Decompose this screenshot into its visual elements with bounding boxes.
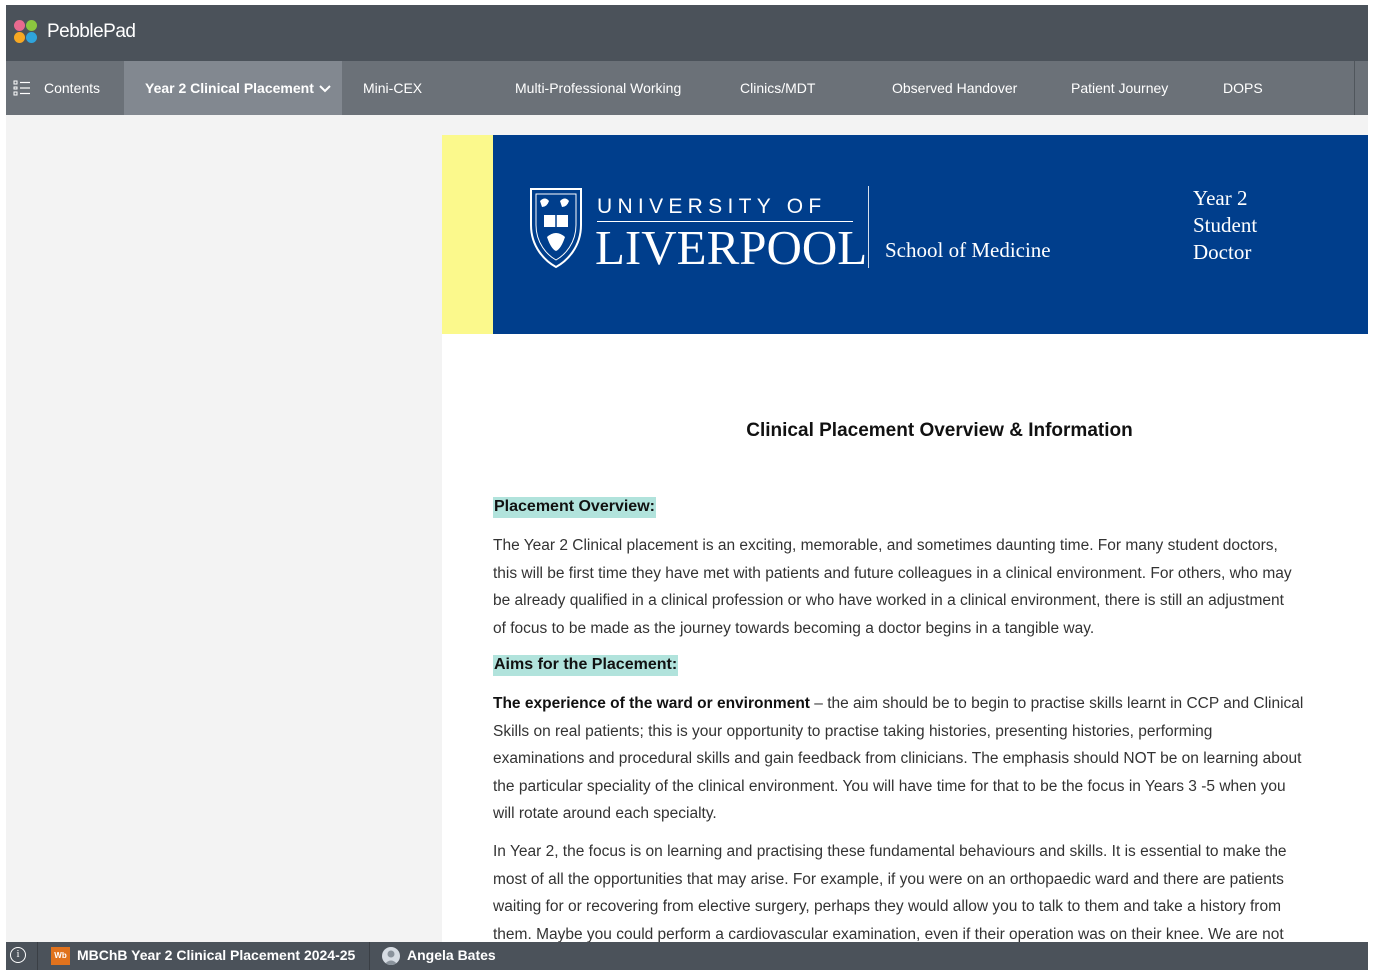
role-line: Student xyxy=(1193,213,1258,237)
app-name: PebblePad xyxy=(47,21,136,42)
tab-observed-handover[interactable]: Observed Handover xyxy=(892,61,1017,115)
tab-label: Year 2 Clinical Placement xyxy=(145,80,314,96)
page-title: Clinical Placement Overview & Informatio… xyxy=(746,420,1133,441)
workbook-icon: Wb xyxy=(51,947,70,965)
banner-divider xyxy=(868,186,869,268)
user-avatar-icon[interactable] xyxy=(382,947,400,965)
tab-patient-journey[interactable]: Patient Journey xyxy=(1071,61,1168,115)
tab-year-2-clinical-placement[interactable]: Year 2 Clinical Placement xyxy=(124,61,342,115)
university-crest-icon xyxy=(530,188,582,269)
top-bar: PebblePad xyxy=(6,5,1368,61)
tab-multi-professional-working[interactable]: Multi-Professional Working xyxy=(515,61,681,115)
tab-clinics-mdt[interactable]: Clinics/MDT xyxy=(740,61,815,115)
yellow-strip xyxy=(442,135,493,334)
tab-mini-cex[interactable]: Mini-CEX xyxy=(363,61,422,115)
university-banner: UNIVERSITY OF LIVERPOOL School of Medici… xyxy=(493,135,1368,334)
tab-bar: Contents Year 2 Clinical Placement Mini-… xyxy=(6,61,1368,115)
info-icon[interactable]: i xyxy=(10,947,26,963)
year2-paragraph: In Year 2, the focus is on learning and … xyxy=(493,843,1287,943)
page-document: UNIVERSITY OF LIVERPOOL School of Medici… xyxy=(442,135,1368,965)
aims-paragraph: The experience of the ward or environmen… xyxy=(493,695,1304,822)
university-name: LIVERPOOL xyxy=(595,220,868,275)
tab-dops[interactable]: DOPS xyxy=(1223,61,1263,115)
status-divider xyxy=(37,942,38,970)
role-line: Year 2 xyxy=(1193,186,1248,210)
aims-bold-lead: The experience of the ward or environmen… xyxy=(493,695,810,712)
section-heading-overview: Placement Overview: xyxy=(493,497,656,518)
tab-contents[interactable]: Contents xyxy=(6,61,124,115)
university-top-text: UNIVERSITY OF xyxy=(597,195,827,218)
school-name: School of Medicine xyxy=(885,238,1051,262)
workbook-title[interactable]: MBChB Year 2 Clinical Placement 2024-25 xyxy=(77,947,355,963)
status-divider xyxy=(369,942,370,970)
chevron-down-icon xyxy=(319,85,331,93)
role-line: Doctor xyxy=(1193,240,1252,264)
overview-paragraph: The Year 2 Clinical placement is an exci… xyxy=(493,537,1292,637)
pebblepad-logo-icon xyxy=(14,20,38,44)
app-frame: PebblePad Contents Year 2 Clinical Place… xyxy=(6,5,1368,970)
role-title: Year 2 Student Doctor xyxy=(1193,185,1257,266)
tab-label: Contents xyxy=(44,80,101,96)
tab-divider xyxy=(1354,61,1355,115)
status-bar: i Wb MBChB Year 2 Clinical Placement 202… xyxy=(6,942,1368,970)
user-name[interactable]: Angela Bates xyxy=(407,947,496,963)
section-heading-aims: Aims for the Placement: xyxy=(493,655,679,676)
contents-list-icon xyxy=(13,80,30,96)
